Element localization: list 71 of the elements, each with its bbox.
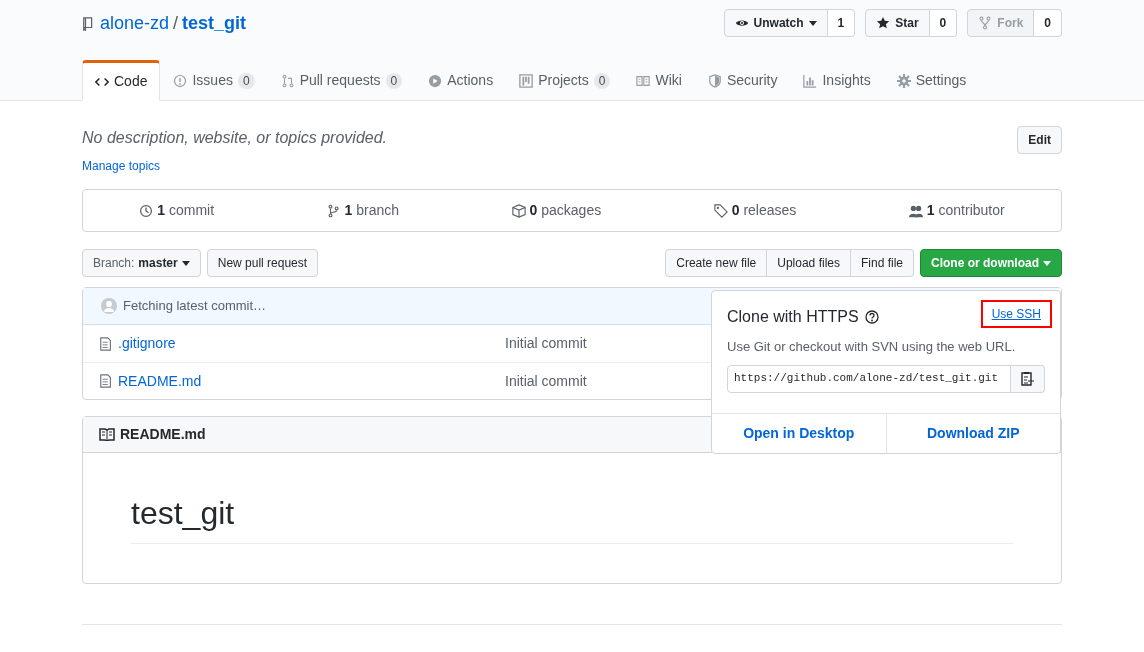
commit-message: Initial commit (505, 334, 587, 353)
popup-title: Clone with HTTPS (727, 307, 859, 327)
stat-link[interactable]: 1 branch (326, 200, 400, 221)
nav-tab[interactable]: Projects 0 (506, 60, 624, 101)
caret-icon (181, 260, 190, 266)
action-button[interactable]: Star (865, 9, 930, 37)
caret-icon (808, 20, 817, 26)
manage-topics-link[interactable]: Manage topics (82, 157, 388, 175)
book-icon (636, 73, 651, 88)
settings-icon (896, 73, 911, 88)
nav-tab[interactable]: Wiki (623, 60, 695, 101)
counter: 0 (593, 72, 611, 89)
clipboard-icon (1021, 371, 1034, 386)
nav-tab[interactable]: Insights (790, 60, 884, 101)
readme-heading: test_git (131, 493, 1013, 544)
nav-tab[interactable]: Issues 0 (160, 60, 268, 101)
readme-title: README.md (120, 425, 206, 444)
fork-icon (978, 16, 993, 30)
file-icon (99, 336, 113, 351)
file-action-button[interactable]: Upload files (767, 249, 851, 277)
stat-link[interactable]: 0 packages (511, 200, 602, 221)
repo-description: No description, website, or topics provided. (82, 128, 388, 148)
use-ssh-link[interactable]: Use SSH (980, 300, 1052, 328)
people-icon (908, 203, 923, 218)
file-link[interactable]: README.md (118, 370, 202, 392)
stat-link[interactable]: 1 commit (139, 200, 215, 221)
social-count: 0 (1034, 9, 1062, 37)
clone-hint: Use Git or checkout with SVN using the web URL. (727, 338, 1017, 356)
book-icon (99, 428, 115, 441)
play-icon (428, 73, 443, 88)
nav-tab[interactable]: Security (694, 60, 791, 101)
social-count: 0 (929, 9, 958, 37)
popup-option-link[interactable]: Open in Desktop (712, 413, 886, 453)
path-separator: / (173, 12, 179, 35)
graph-icon (803, 73, 818, 88)
project-board-icon (519, 73, 534, 88)
copy-button[interactable] (1011, 364, 1045, 393)
edit-button[interactable]: Edit (1017, 126, 1062, 154)
new-pull-request-button[interactable]: New pull request (206, 249, 319, 277)
star-icon (876, 16, 891, 30)
file-action-button[interactable]: Find file (850, 249, 914, 277)
counter: 0 (237, 72, 255, 89)
nav-tab[interactable]: Code (82, 60, 161, 101)
branch-selector[interactable]: Branch: master (82, 249, 201, 277)
pull-request-icon (280, 73, 295, 88)
file-action-button[interactable]: Create new file (665, 249, 768, 277)
caret-icon (1043, 260, 1051, 266)
issue-icon (173, 73, 188, 88)
clone-url-field[interactable]: https://github.com/alone-zd/test_git.git (727, 364, 1011, 393)
history-icon (139, 203, 154, 218)
social-count: 1 (827, 9, 856, 37)
stat-link[interactable]: 0 releases (713, 200, 797, 221)
package-icon (511, 203, 526, 218)
branch-icon (326, 203, 341, 218)
shield-icon (707, 73, 722, 88)
nav-tab[interactable]: Actions (415, 60, 507, 101)
repo-owner-link[interactable]: alone-zd (100, 10, 170, 37)
commit-message: Initial commit (505, 371, 587, 391)
file-icon (99, 374, 113, 388)
counter: 0 (385, 72, 403, 89)
stat-link[interactable]: 1 contributor (908, 200, 1005, 221)
popup-option-link[interactable]: Download ZIP (885, 413, 1060, 453)
tag-icon (713, 203, 728, 218)
avatar-icon (101, 298, 117, 314)
action-button[interactable]: Unwatch (723, 9, 828, 37)
commit-status: Fetching latest commit… (123, 297, 267, 316)
help-icon (864, 310, 879, 324)
repo-name-link[interactable]: test_git (182, 10, 247, 37)
nav-tab[interactable]: Settings (883, 60, 980, 101)
file-link[interactable]: .gitignore (118, 333, 176, 354)
nav-tab[interactable]: Pull requests 0 (267, 60, 416, 101)
